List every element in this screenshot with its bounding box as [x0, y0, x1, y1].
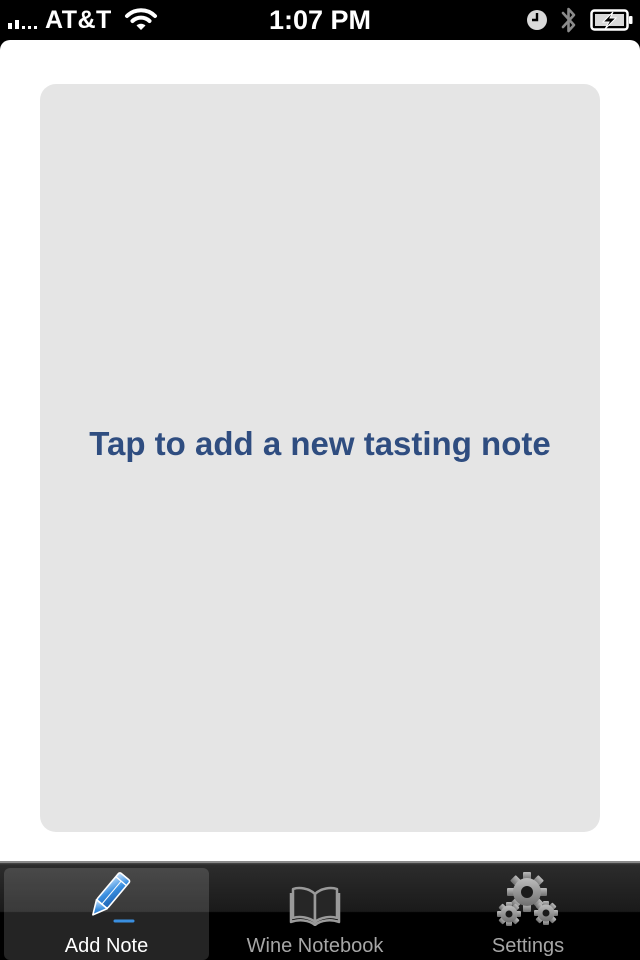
tab-bar: Add Note Wine Notebook Settings	[0, 861, 640, 960]
add-tasting-note-panel[interactable]: Tap to add a new tasting note	[40, 84, 600, 832]
gears-icon	[497, 872, 558, 926]
tab-label-settings: Settings	[491, 935, 565, 957]
tab-wine-notebook[interactable]: Wine Notebook	[222, 868, 408, 960]
tab-label-wine-notebook: Wine Notebook	[246, 935, 384, 957]
main-content: Tap to add a new tasting note	[0, 40, 640, 861]
bluetooth-icon	[561, 7, 576, 33]
pencil-icon	[91, 872, 134, 923]
app-screen: AT&T 1:07 PM Tap to add a new tasting no…	[0, 0, 640, 960]
tab-label-add-note: Add Note	[64, 935, 149, 957]
open-book-icon	[289, 886, 341, 926]
clock-icon	[527, 10, 547, 30]
tab-settings[interactable]: Settings	[432, 868, 624, 960]
battery-charging-icon	[590, 9, 633, 31]
tab-add-note[interactable]: Add Note	[4, 868, 209, 960]
status-bar: AT&T 1:07 PM	[0, 0, 640, 40]
status-right	[526, 0, 634, 40]
add-note-prompt: Tap to add a new tasting note	[89, 425, 551, 462]
